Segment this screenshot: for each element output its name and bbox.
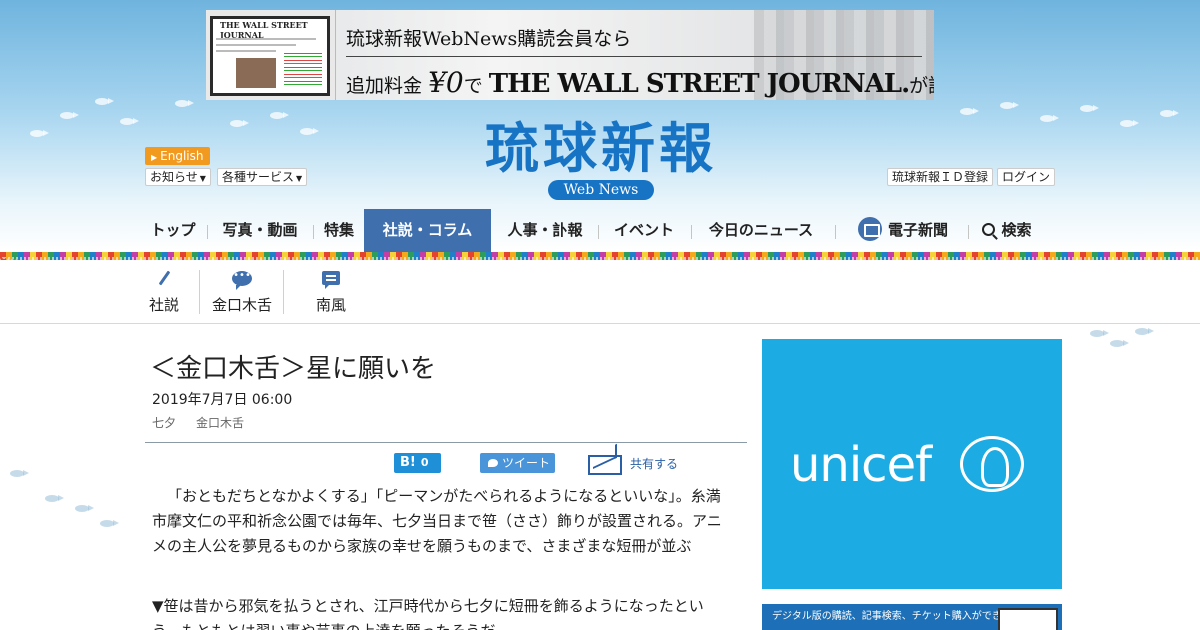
- twitter-bird-icon: [488, 459, 498, 467]
- speech-bubble-icon: •••: [232, 270, 252, 290]
- unicef-emblem-icon: [960, 436, 1024, 492]
- unicef-ad[interactable]: unicef: [762, 339, 1062, 589]
- fish-decoration: [45, 495, 64, 502]
- article-paragraph: 「おともだちとなかよくする」「ピーマンがたべられるようになるといいな」。糸満市摩…: [152, 487, 722, 555]
- banner-mini-brand: THE WALL STREET JOURNAL: [220, 20, 308, 40]
- article-date: 2019年7月7日 06:00: [152, 392, 293, 408]
- logo-sub: Web News: [547, 180, 655, 200]
- subnav-kinko-mokuzetsu[interactable]: ••• 金口木舌: [207, 266, 277, 318]
- hatena-bookmark-button[interactable]: B! 0: [394, 453, 441, 473]
- fish-decoration: [1090, 330, 1109, 337]
- banner-line2: 追加料金 ¥0で THE WALL STREET JOURNAL.が読める: [346, 66, 934, 99]
- nav-search[interactable]: 検索: [977, 209, 1037, 252]
- decorative-stripe: [0, 252, 1200, 260]
- id-register-button[interactable]: 琉球新報ＩＤ登録: [887, 168, 994, 186]
- nav-event[interactable]: イベント: [605, 209, 683, 252]
- notice-dropdown[interactable]: お知らせ ▼: [145, 168, 211, 186]
- wsj-banner-ad[interactable]: THE WALL STREET JOURNAL 琉球新報WebNews購読会員な…: [206, 10, 934, 100]
- fish-decoration: [100, 520, 119, 527]
- laptop-illustration: THE WALL STREET JOURNAL: [206, 10, 336, 100]
- search-icon: [982, 223, 996, 236]
- tag-link[interactable]: 七夕: [152, 414, 176, 431]
- login-button[interactable]: ログイン: [997, 168, 1056, 186]
- fish-decoration: [75, 505, 94, 512]
- nav-editorial-column[interactable]: 社説・コラム: [364, 209, 491, 252]
- logo-name: 琉球新報: [485, 116, 717, 180]
- message-icon: [322, 271, 340, 289]
- nav-top[interactable]: トップ: [145, 209, 201, 252]
- english-button[interactable]: ▶ English: [145, 147, 210, 165]
- chevron-down-icon: ▼: [296, 174, 303, 183]
- nav-photo-video[interactable]: 写真・動画: [215, 209, 305, 252]
- chevron-down-icon: ▼: [199, 174, 206, 183]
- digital-edition-ad[interactable]: デジタル版の購読、記事検索、チケット購入ができる: [762, 604, 1062, 630]
- e-newspaper-icon: [857, 216, 882, 241]
- subnav-divider: [0, 323, 1200, 324]
- tweet-button[interactable]: ツイート: [480, 453, 555, 473]
- main-nav: トップ 写真・動画 特集 社説・コラム 人事・訃報 イベント 今日のニュース 電…: [145, 209, 1055, 252]
- hatena-icon: B!: [400, 455, 416, 470]
- nav-e-newspaper[interactable]: 電子新聞: [851, 209, 955, 252]
- article-divider: [145, 442, 747, 443]
- nav-personnel-obituary[interactable]: 人事・訃報: [500, 209, 590, 252]
- subnav-nanpu[interactable]: 南風: [311, 266, 351, 318]
- services-dropdown[interactable]: 各種サービス ▼: [217, 168, 308, 186]
- nav-special[interactable]: 特集: [319, 209, 359, 252]
- article-title: ＜金口木舌＞星に願いを: [150, 354, 437, 384]
- pen-icon: [158, 270, 170, 286]
- device-illustration: [998, 608, 1058, 630]
- fish-decoration: [10, 470, 29, 477]
- subnav-editorial[interactable]: 社説: [145, 266, 183, 318]
- nav-todays-news[interactable]: 今日のニュース: [701, 209, 821, 252]
- fish-decoration: [1110, 340, 1129, 347]
- tag-link[interactable]: 金口木舌: [196, 414, 244, 431]
- banner-line1: 琉球新報WebNews購読会員なら: [346, 28, 632, 50]
- mail-icon: [588, 454, 622, 475]
- play-icon: ▶: [151, 153, 158, 162]
- site-logo[interactable]: 琉球新報 Web News: [450, 118, 752, 200]
- article-paragraph: ▼笹は昔から邪気を払うとされ、江戸時代から七夕に短冊を飾るようになったという。も…: [152, 597, 704, 630]
- share-button[interactable]: 共有する: [588, 453, 678, 475]
- fish-decoration: [1135, 328, 1154, 335]
- unicef-wordmark: unicef: [790, 437, 932, 493]
